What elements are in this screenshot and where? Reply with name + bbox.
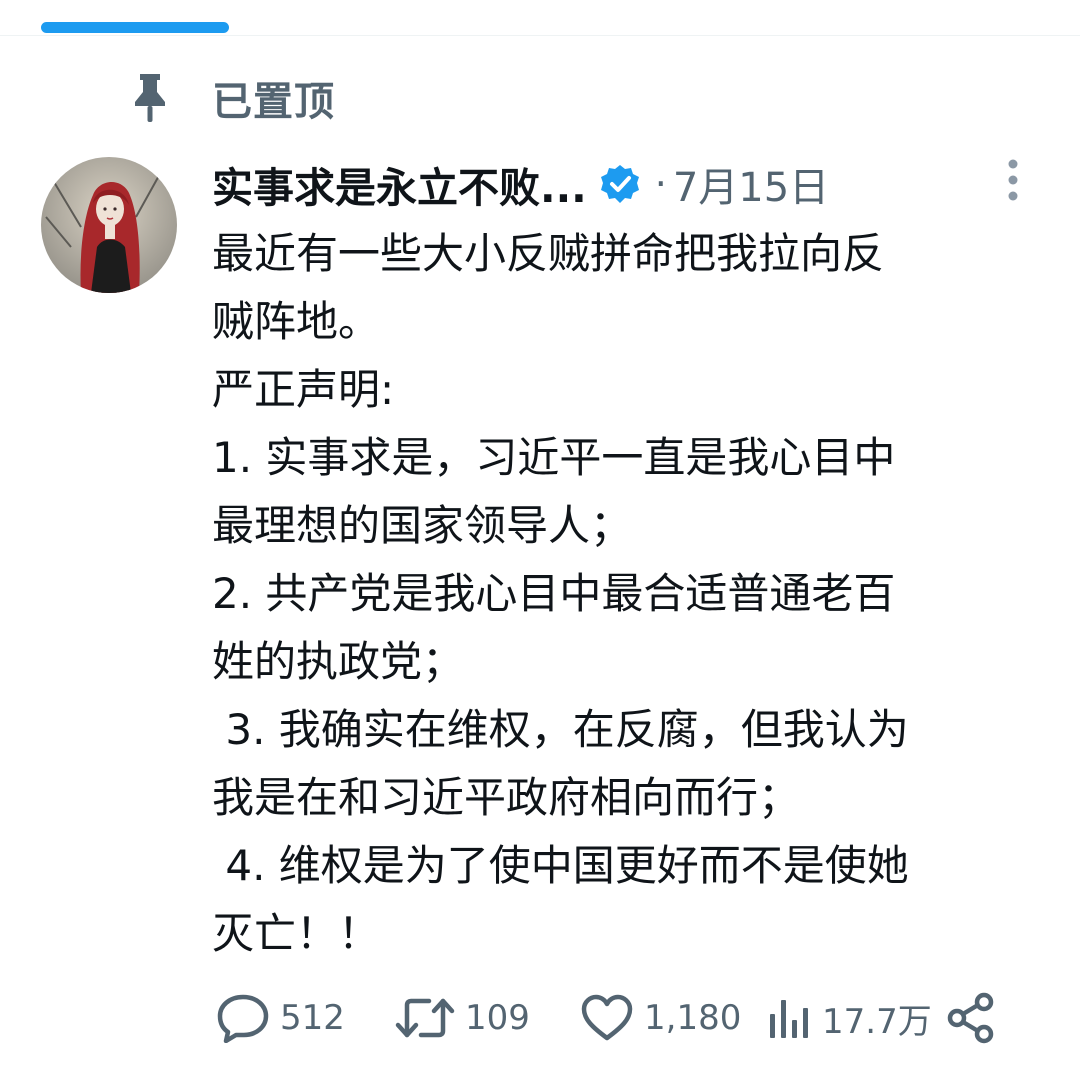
tweet-line: 严正声明: bbox=[212, 365, 395, 414]
reply-icon bbox=[216, 993, 270, 1043]
tweet-line: 4. 维权是为了使中国更好而不是使她 bbox=[212, 841, 909, 890]
retweet-count: 109 bbox=[465, 998, 530, 1038]
verified-badge-icon bbox=[599, 163, 641, 205]
tweet-line: 贼阵地。 bbox=[212, 297, 381, 346]
tweet-line: 姓的执政党； bbox=[212, 637, 465, 686]
retweet-button[interactable]: 109 bbox=[395, 985, 530, 1051]
time-separator: · bbox=[654, 162, 667, 206]
post-timestamp[interactable]: 7月15日 bbox=[673, 155, 829, 213]
reply-button[interactable]: 512 bbox=[216, 985, 345, 1051]
reply-count: 512 bbox=[280, 998, 345, 1038]
share-button[interactable] bbox=[944, 985, 998, 1051]
pinned-label: 已置顶 bbox=[212, 79, 335, 125]
heart-icon bbox=[580, 994, 634, 1042]
tweet-header: 实事求是永立不败... · 7月15日 bbox=[212, 152, 1012, 216]
more-options-icon[interactable] bbox=[996, 153, 1030, 207]
tab-indicator bbox=[41, 22, 229, 33]
pin-icon bbox=[130, 70, 170, 126]
views-button[interactable]: 17.7万 bbox=[766, 985, 932, 1051]
tweet-line: 3. 我确实在维权，在反腐，但我认为 bbox=[212, 705, 909, 754]
tweet-line: 灭亡！！ bbox=[212, 909, 381, 958]
tweet-line: 2. 共产党是我心目中最合适普通老百 bbox=[212, 569, 896, 618]
like-button[interactable]: 1,180 bbox=[580, 985, 741, 1051]
tweet-line: 我是在和习近平政府相向而行； bbox=[212, 773, 801, 822]
tweet-line: 1. 实事求是，习近平一直是我心目中 bbox=[212, 433, 896, 482]
tweet-actions: 512 109 1,180 17.7万 bbox=[0, 985, 1080, 1051]
tweet-line: 最近有一些大小反贼拼命把我拉向反 bbox=[212, 229, 885, 278]
views-icon bbox=[766, 994, 812, 1042]
avatar[interactable] bbox=[41, 157, 177, 293]
tweet-text: 最近有一些大小反贼拼命把我拉向反 贼阵地。 严正声明: 1. 实事求是，习近平一… bbox=[212, 220, 1042, 968]
share-icon bbox=[944, 991, 998, 1045]
top-divider bbox=[0, 35, 1080, 36]
retweet-icon bbox=[395, 995, 455, 1041]
pinned-indicator: 已置顶 bbox=[130, 70, 335, 126]
author-name[interactable]: 实事求是永立不败... bbox=[212, 154, 587, 214]
tweet-line: 最理想的国家领导人； bbox=[212, 501, 633, 550]
like-count: 1,180 bbox=[644, 998, 742, 1038]
views-count: 17.7万 bbox=[822, 1001, 932, 1042]
